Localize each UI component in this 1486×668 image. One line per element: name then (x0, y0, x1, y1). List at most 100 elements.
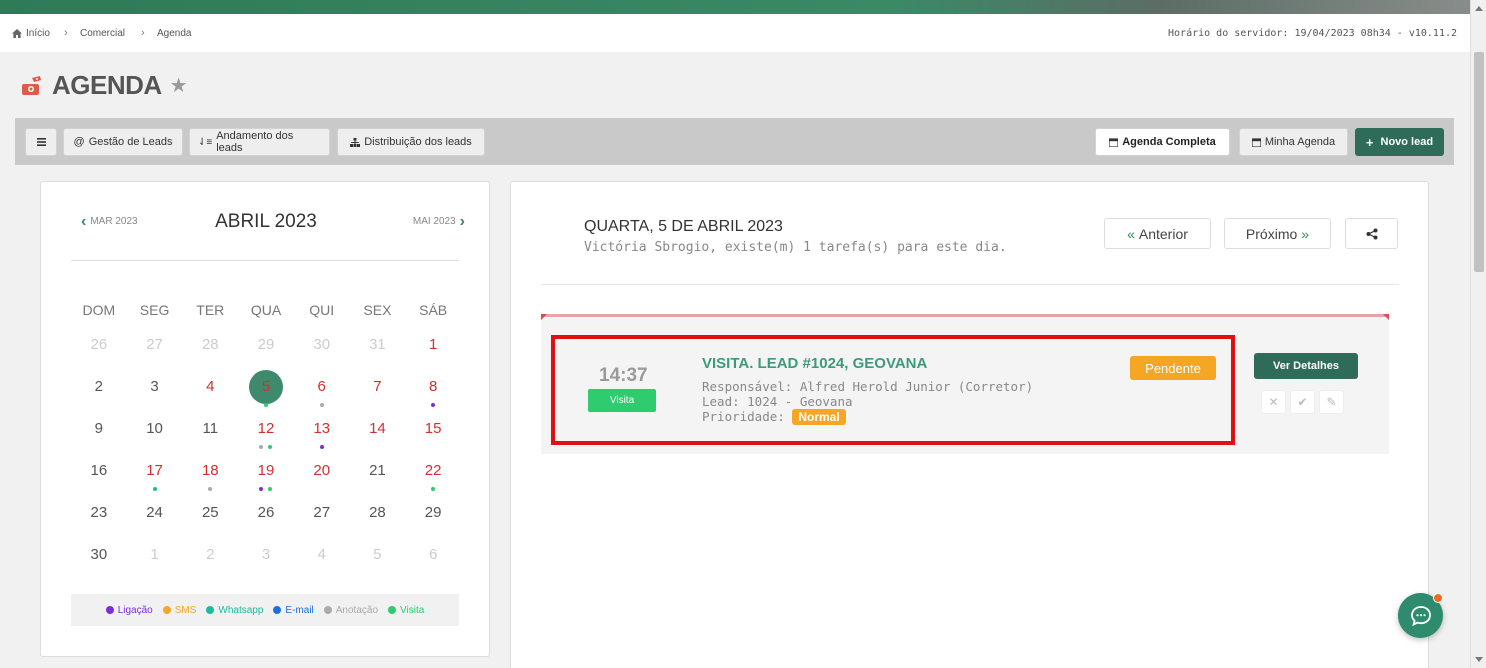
next-month-button[interactable]: MAI 2023 › (412, 213, 465, 229)
task-card[interactable]: 14:37 Visita VISITA. LEAD #1024, GEOVANA… (551, 335, 1235, 445)
novo-lead-button[interactable]: + Novo lead (1355, 128, 1444, 156)
cancel-task-button[interactable]: ✕ (1261, 390, 1286, 414)
calendar-day[interactable]: 9 (71, 416, 127, 458)
calendar-day[interactable]: 15 (405, 416, 461, 458)
calendar-day[interactable]: 6 (405, 542, 461, 584)
legend-label: Anotação (335, 604, 379, 616)
complete-task-button[interactable]: ✔ (1290, 390, 1315, 414)
share-button[interactable] (1345, 218, 1398, 249)
agenda-completa-button[interactable]: Agenda Completa (1095, 128, 1230, 156)
scroll-up-icon[interactable] (1475, 6, 1483, 11)
at-icon: @ (73, 136, 85, 148)
calendar-day[interactable]: 27 (127, 332, 183, 374)
vertical-scrollbar[interactable] (1470, 0, 1486, 668)
calendar-day[interactable]: 26 (71, 332, 127, 374)
previous-day-button[interactable]: « Anterior (1104, 218, 1211, 249)
event-dot (259, 445, 264, 449)
calendar-day-selected[interactable]: 5 (238, 370, 294, 416)
calendar-day-number: 4 (206, 378, 215, 395)
calendar-icon (1109, 137, 1119, 147)
calendar-day[interactable]: 20 (294, 458, 350, 500)
minha-agenda-button[interactable]: Minha Agenda (1239, 128, 1348, 156)
calendar-day[interactable]: 17 (127, 458, 183, 500)
calendar-day[interactable]: 7 (350, 374, 406, 416)
calendar-day[interactable]: 5 (350, 542, 406, 584)
calendar-day[interactable]: 16 (71, 458, 127, 500)
event-dot (319, 403, 324, 407)
ver-detalhes-button[interactable]: Ver Detalhes (1254, 353, 1358, 379)
calendar-day[interactable]: 18 (182, 458, 238, 500)
andamento-leads-button[interactable]: ⇃≡ Andamento dos leads (189, 128, 330, 156)
scroll-down-icon[interactable] (1475, 657, 1483, 662)
calendar-day[interactable]: 28 (350, 500, 406, 542)
calendar-panel: ‹ MAR 2023 ABRIL 2023 MAI 2023 › DOM SEG… (40, 181, 490, 657)
calendar-day[interactable]: 12 (238, 416, 294, 458)
gestao-leads-button[interactable]: @ Gestão de Leads (63, 128, 183, 156)
calendar-day[interactable]: 13 (294, 416, 350, 458)
distribuicao-leads-button[interactable]: Distribuição dos leads (337, 128, 485, 156)
task-priority-row: Prioridade: Normal (702, 409, 846, 425)
breadcrumb-agenda[interactable]: Agenda (157, 28, 191, 39)
calendar-day-number: 12 (257, 420, 275, 437)
calendar-day[interactable]: 21 (350, 458, 406, 500)
calendar-day[interactable]: 4 (182, 374, 238, 416)
calendar-day[interactable]: 27 (294, 500, 350, 542)
event-dot (431, 487, 436, 491)
calendar-day-number: 31 (369, 336, 386, 353)
calendar-day[interactable]: 23 (71, 500, 127, 542)
calendar-day-number: 24 (146, 504, 163, 521)
breadcrumb-home[interactable]: Início (12, 28, 50, 39)
task-lead: Lead: 1024 - Geovana (702, 394, 853, 409)
calendar-day[interactable]: 14 (350, 416, 406, 458)
event-dots (182, 487, 238, 491)
calendar-day[interactable]: 11 (182, 416, 238, 458)
top-accent-bar (0, 0, 1486, 14)
calendar-day[interactable]: 28 (182, 332, 238, 374)
calendar-day[interactable]: 30 (71, 542, 127, 584)
hamburger-icon (36, 138, 46, 146)
calendar-day[interactable]: 10 (127, 416, 183, 458)
legend-item: Anotação (323, 604, 379, 616)
calendar-day[interactable]: 3 (127, 374, 183, 416)
calendar-day-number: 25 (201, 504, 219, 521)
legend-dot (323, 606, 332, 614)
task-title[interactable]: VISITA. LEAD #1024, GEOVANA (702, 355, 927, 372)
calendar-day[interactable]: 6 (294, 374, 350, 416)
calendar-day-number: 5 (373, 546, 382, 563)
calendar-day[interactable]: 24 (127, 500, 183, 542)
calendar-day-number: 16 (90, 462, 108, 479)
event-dots (294, 403, 350, 407)
calendar-day[interactable]: 29 (405, 500, 461, 542)
breadcrumb-comercial[interactable]: Comercial (80, 28, 125, 39)
divider (71, 260, 459, 261)
next-day-button[interactable]: Próximo » (1224, 218, 1331, 249)
calendar-day[interactable]: 31 (350, 332, 406, 374)
agenda-completa-label: Agenda Completa (1122, 136, 1216, 148)
calendar-day[interactable]: 19 (238, 458, 294, 500)
calendar-day[interactable]: 30 (294, 332, 350, 374)
calendar-day-number: 23 (90, 504, 108, 521)
calendar-day[interactable]: 1 (405, 332, 461, 374)
calendar-day[interactable]: 22 (405, 458, 461, 500)
calendar-day[interactable]: 26 (238, 500, 294, 542)
calendar-day[interactable]: 2 (71, 374, 127, 416)
scroll-thumb[interactable] (1474, 52, 1484, 272)
calendar-day-number: 13 (313, 420, 331, 437)
menu-button[interactable] (25, 128, 57, 156)
calendar-day[interactable]: 1 (127, 542, 183, 584)
calendar-day[interactable]: 8 (405, 374, 461, 416)
weekday-label: DOM (82, 302, 116, 318)
calendar-day[interactable]: 2 (182, 542, 238, 584)
calendar-day[interactable]: 25 (182, 500, 238, 542)
calendar-day[interactable]: 29 (238, 332, 294, 374)
edit-task-button[interactable]: ✎ (1319, 390, 1344, 414)
weekday-header: DOM SEG TER QUA QUI SEX SÁB (71, 302, 461, 318)
calendar-day-number: 5 (261, 378, 271, 395)
calendar-day[interactable]: 4 (294, 542, 350, 584)
next-month-label: MAI 2023 (412, 216, 456, 227)
legend-dot (206, 606, 215, 614)
task-list: 14:37 Visita VISITA. LEAD #1024, GEOVANA… (541, 314, 1389, 454)
star-icon[interactable]: ★ (170, 73, 188, 98)
home-icon (12, 29, 22, 38)
calendar-day[interactable]: 3 (238, 542, 294, 584)
